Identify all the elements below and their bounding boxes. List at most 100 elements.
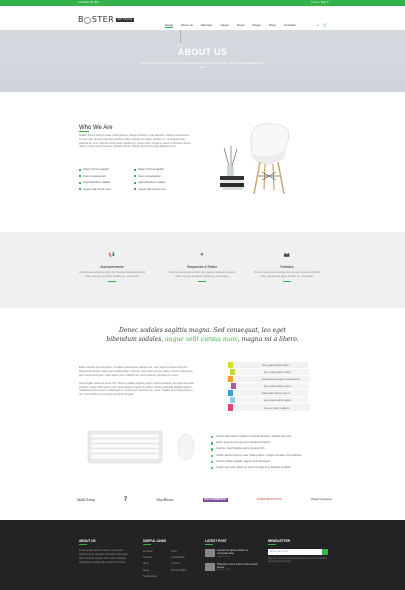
partner-logo-wordpress[interactable]: WordPress bbox=[156, 498, 173, 502]
quote-text: , magna mi a libero. bbox=[237, 336, 299, 343]
footer-about-text: Lorem ipsum dolor sit amet, consectetur … bbox=[79, 548, 128, 564]
footer-links: USEFUL LINKS Premium Team Services Lates… bbox=[143, 539, 199, 580]
hero-subtitle: Donec Quam Felis, Ultricies Nec, Pellent… bbox=[140, 61, 266, 70]
partner-logo-visual-composer[interactable]: Visual Composer bbox=[311, 497, 332, 502]
newsletter-note: Sign up to our newsletter and get latest… bbox=[268, 557, 328, 564]
book-spine-label: FERMENTUM DAPIBUS CONDIMENTUM bbox=[262, 378, 300, 381]
footer-posts-title: LATEST POST bbox=[205, 539, 227, 543]
post-title[interactable]: Phasellus viverra nulla ut metus varius … bbox=[217, 563, 260, 570]
check-item: Eget bibendum sodales bbox=[134, 181, 189, 185]
site-logo[interactable]: B STER WP Theme bbox=[78, 15, 135, 26]
nav-item-home[interactable]: Home bbox=[165, 23, 174, 29]
footer-title-underline bbox=[79, 544, 87, 545]
nav-item-contacts[interactable]: Contacts bbox=[284, 23, 296, 28]
partner-logo-slider-revolution[interactable]: SLIDER REVOLUTION bbox=[257, 498, 282, 501]
check-item: Nam consequat leo bbox=[134, 175, 189, 179]
feature-desc: Vivamus elementum semper nisi. Aenean vu… bbox=[168, 271, 236, 278]
nav-item-news[interactable]: News bbox=[237, 23, 245, 28]
books-illustration: SED QUAM SEMPER LIBERO SED QUAM SEMPER L… bbox=[228, 362, 310, 411]
books-image: SED QUAM SEMPER LIBERO SED QUAM SEMPER L… bbox=[222, 360, 332, 415]
newsletter-submit-button[interactable]: › bbox=[322, 548, 328, 555]
keyboard-image bbox=[86, 428, 206, 468]
keyboard-illustration bbox=[87, 430, 195, 464]
footer-posts: LATEST POST Aenean leo ligula, porttitor… bbox=[205, 539, 260, 576]
feature-card: 📢 Announcements Vivamus elementum semper… bbox=[77, 252, 147, 282]
who-paragraph: Nullam dictum felis eu pede mollis preti… bbox=[79, 134, 191, 149]
megaphone-icon: 📢 bbox=[108, 252, 116, 258]
feature-title: Announcements bbox=[100, 265, 124, 269]
feature-underline bbox=[108, 280, 116, 282]
check-label: Eget bibendum sodales bbox=[83, 181, 111, 184]
feature-desc: Vivamus elementum semper nisi. Aenean vu… bbox=[253, 271, 321, 278]
nav-item-pages[interactable]: Pages bbox=[252, 23, 261, 28]
check-icon bbox=[211, 454, 214, 457]
feature-card: 📷 Portfolios Vivamus elementum semper ni… bbox=[252, 252, 322, 282]
features-band: 📢 Announcements Vivamus elementum semper… bbox=[0, 232, 405, 308]
footer-link[interactable]: Testimonials bbox=[143, 574, 171, 580]
nav-item-shop[interactable]: Shop bbox=[269, 23, 276, 28]
rocket-icon: ✈ bbox=[199, 252, 205, 258]
mid-text: Etiam ultricies nisi vel augue. Curabitu… bbox=[79, 366, 197, 397]
post-thumbnail bbox=[205, 562, 215, 571]
feature-underline bbox=[198, 280, 206, 282]
check-label: Nam consequat leo bbox=[138, 174, 161, 178]
footer-newsletter: NEWSLETTER Enter your email... › Sign up … bbox=[268, 539, 328, 565]
check-label: Etiam rhoncus sagittis bbox=[138, 168, 164, 171]
logo-text: STER bbox=[91, 15, 115, 24]
title-underline bbox=[79, 131, 89, 132]
main-nav: Home About us Services Cases News Pages … bbox=[165, 23, 296, 29]
book-spine-label: SED QUAM SEMPER LIBERO bbox=[264, 371, 292, 374]
partner-logos: MailChimp 7 WordPress WOOCOMMERCE SLIDER… bbox=[77, 496, 332, 504]
check-item: Nam consequat leo bbox=[79, 175, 134, 179]
header: B STER WP Theme Home About us Services C… bbox=[0, 6, 405, 30]
check-label: Augue velit cursus nunc bbox=[138, 187, 166, 191]
post-title[interactable]: Aenean leo ligula, porttitor eu, consequ… bbox=[217, 549, 260, 556]
nav-item-cases[interactable]: Cases bbox=[220, 23, 229, 28]
nav-item-services[interactable]: Services bbox=[201, 23, 213, 28]
newsletter-email-input[interactable]: Enter your email... bbox=[268, 548, 322, 555]
logo-badge: WP Theme bbox=[116, 17, 135, 23]
footer: ABOUT US Lorem ipsum dolor sit amet, con… bbox=[0, 520, 405, 590]
check-icon bbox=[79, 188, 82, 191]
check-label: Etiam rhoncus sagittis bbox=[83, 168, 109, 171]
chair-image bbox=[210, 110, 310, 210]
search-icon[interactable]: ⌕ bbox=[317, 23, 319, 28]
book-spine-label: NULLA UT METUS VARIUS bbox=[264, 407, 290, 410]
newsletter-form: Enter your email... › bbox=[268, 548, 328, 555]
check-icon bbox=[211, 467, 214, 470]
footer-post[interactable]: Aenean leo ligula, porttitor eu, consequ… bbox=[205, 548, 260, 559]
check-item: Etiam rhoncus sagittis bbox=[79, 168, 134, 172]
footer-links-list: Premium Team Services Latest News Shop C… bbox=[143, 549, 199, 580]
partner-logo-woocommerce[interactable]: WOOCOMMERCE bbox=[202, 497, 228, 503]
check-item: Augue velit cursus nunc bbox=[79, 188, 134, 192]
quote-highlight: augue velit cursus nunc bbox=[165, 336, 238, 343]
feature-desc: Vivamus elementum semper nisi. Aenean vu… bbox=[78, 271, 146, 278]
camera-icon: 📷 bbox=[283, 252, 291, 258]
check-icon bbox=[211, 460, 214, 464]
cart-icon[interactable]: 🛒 bbox=[323, 23, 327, 28]
footer-about-title: ABOUT US bbox=[79, 539, 96, 543]
partner-logo-seven[interactable]: 7 bbox=[124, 496, 127, 504]
quote-text: bibendum sodales, bbox=[106, 336, 166, 343]
footer-title-underline bbox=[268, 544, 276, 545]
check-item: Eget bibendum sodales bbox=[79, 181, 134, 185]
footer-newsletter-title: NEWSLETTER bbox=[268, 539, 290, 543]
nav-item-about[interactable]: About us bbox=[181, 23, 193, 28]
post-date: July 27, 2015 bbox=[217, 569, 231, 572]
footer-link[interactable]: Privacy Policy bbox=[171, 568, 199, 574]
check-icon bbox=[134, 188, 137, 191]
topbar-links[interactable]: f ✉ G+ / Sign In bbox=[311, 1, 329, 5]
check-label: Nam consequat leo bbox=[83, 174, 106, 178]
partner-logo-mailchimp[interactable]: MailChimp bbox=[77, 498, 95, 502]
page-title: ABOUT US bbox=[177, 47, 228, 57]
check-icon bbox=[79, 175, 82, 178]
quote-block: Donec sodales sagittis magna. Sed conseq… bbox=[0, 326, 405, 344]
check-icon bbox=[79, 181, 82, 184]
mid-paragraph-2: Sed fringilla mauris sit amet nibh. Done… bbox=[79, 381, 195, 397]
header-icons: ⌕ 🛒 bbox=[317, 23, 327, 28]
list-item: Nullam quis ante. Etiam sit amet orci eg… bbox=[211, 465, 341, 471]
book-spine-label: SED QUAM SEMPER LIBERO bbox=[264, 385, 292, 388]
chair-illustration bbox=[220, 123, 290, 195]
logo-circle-icon bbox=[84, 16, 92, 24]
footer-post[interactable]: Phasellus viverra nulla ut metus varius … bbox=[205, 562, 260, 573]
